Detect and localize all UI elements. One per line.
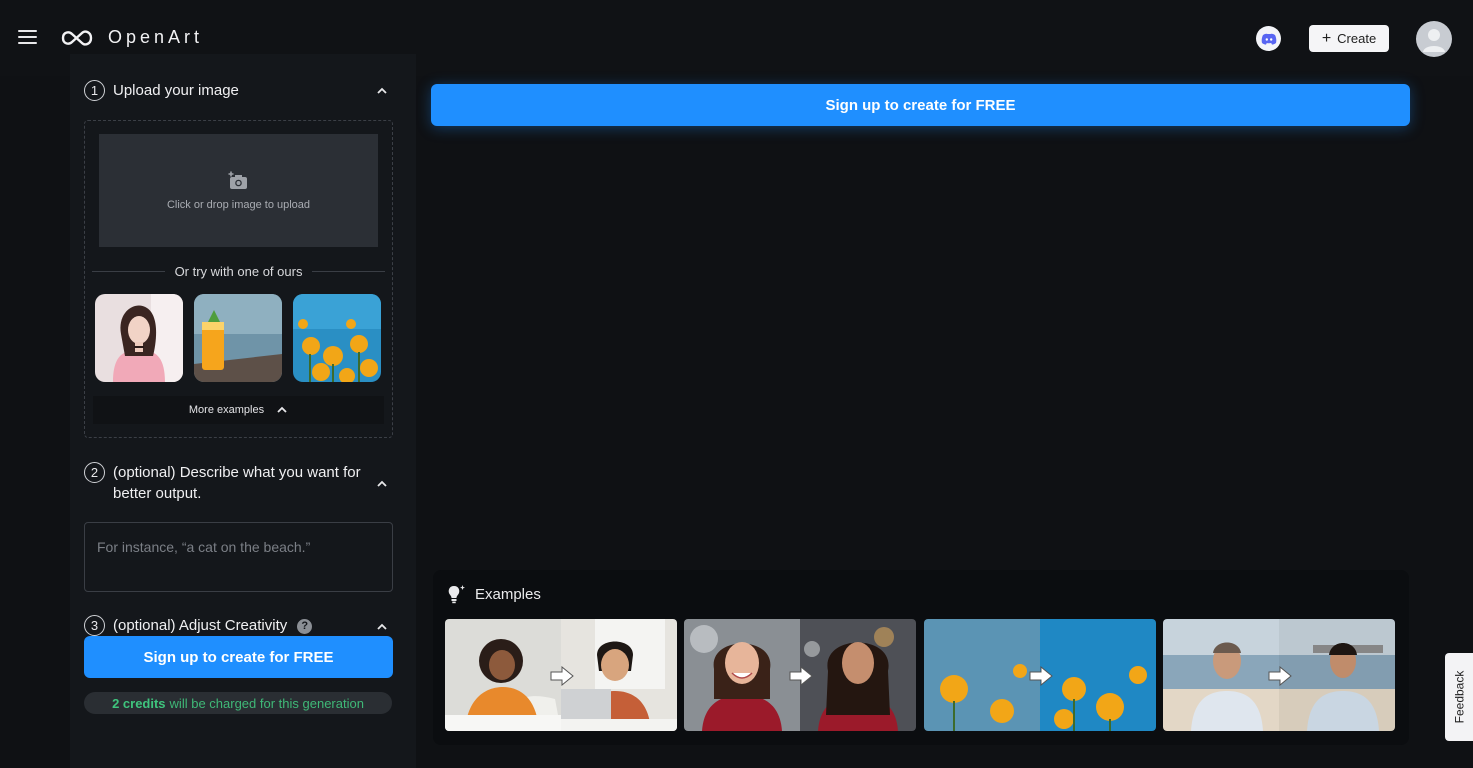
discord-icon[interactable] xyxy=(1256,26,1281,51)
credits-amount: 2 credits xyxy=(112,695,166,711)
signup-button-main[interactable]: Sign up to create for FREE xyxy=(431,84,1410,126)
signup-button-sidebar[interactable]: Sign up to create for FREE xyxy=(84,636,393,678)
signup-button-sidebar-label: Sign up to create for FREE xyxy=(143,648,334,666)
example-card[interactable] xyxy=(445,619,677,731)
or-divider: Or try with one of ours xyxy=(92,263,386,279)
help-icon[interactable]: ? xyxy=(297,618,313,634)
chevron-up-icon xyxy=(277,406,287,413)
user-avatar[interactable] xyxy=(1416,21,1452,57)
step-1-header[interactable]: 1 Upload your image xyxy=(84,80,239,101)
sample-image-flowers[interactable] xyxy=(293,294,381,382)
credits-suffix: will be charged for this generation xyxy=(169,695,364,711)
examples-panel: Examples xyxy=(433,570,1409,745)
chevron-up-icon[interactable] xyxy=(376,85,388,97)
step-1-number: 1 xyxy=(84,80,105,101)
more-examples-label: More examples xyxy=(188,404,265,416)
sample-image-drink[interactable] xyxy=(194,294,282,382)
chevron-up-icon[interactable] xyxy=(376,621,388,633)
example-card[interactable] xyxy=(1163,619,1395,731)
image-dropzone[interactable]: Click or drop image to upload xyxy=(99,134,378,247)
sample-image-woman[interactable] xyxy=(95,294,183,382)
example-card[interactable] xyxy=(684,619,916,731)
prompt-input[interactable] xyxy=(85,523,392,591)
signup-button-main-label: Sign up to create for FREE xyxy=(825,96,1016,114)
step-3-title-text: (optional) Adjust Creativity xyxy=(113,617,288,634)
credits-notice: 2 credits will be charged for this gener… xyxy=(84,692,392,714)
step-2-header[interactable]: 2 (optional) Describe what you want for … xyxy=(84,462,368,504)
arrow-right-icon xyxy=(1268,666,1292,686)
prompt-box xyxy=(84,522,393,592)
step-3-header[interactable]: 3 (optional) Adjust Creativity? xyxy=(84,615,313,636)
upload-box: Click or drop image to upload Or try wit… xyxy=(84,120,393,438)
hamburger-icon[interactable] xyxy=(18,30,37,45)
examples-title: Examples xyxy=(475,585,541,603)
create-button[interactable]: + Create xyxy=(1309,25,1389,52)
step-2-title: (optional) Describe what you want for be… xyxy=(113,464,361,502)
arrow-right-icon xyxy=(550,666,574,686)
example-card[interactable] xyxy=(924,619,1156,731)
arrow-right-icon xyxy=(1029,666,1053,686)
openart-logo-icon[interactable] xyxy=(60,28,94,48)
or-try-text: Or try with one of ours xyxy=(174,263,303,279)
examples-header: Examples xyxy=(445,583,541,605)
step-2-number: 2 xyxy=(84,462,105,483)
step-1-title: Upload your image xyxy=(113,82,239,99)
feedback-label: Feedback xyxy=(1452,670,1467,724)
chevron-up-icon[interactable] xyxy=(376,478,388,490)
lightbulb-icon xyxy=(448,585,465,604)
brand-name[interactable]: OpenArt xyxy=(108,27,203,48)
create-button-label: Create xyxy=(1337,31,1377,46)
plus-icon: + xyxy=(1321,29,1332,47)
dropzone-hint: Click or drop image to upload xyxy=(166,198,311,211)
step-3-number: 3 xyxy=(84,615,105,636)
step-3-title: (optional) Adjust Creativity? xyxy=(113,615,313,636)
feedback-tab[interactable]: Feedback xyxy=(1445,653,1473,741)
more-examples-toggle[interactable]: More examples xyxy=(93,396,384,424)
add-photo-icon xyxy=(228,171,247,189)
arrow-right-icon xyxy=(789,666,813,686)
